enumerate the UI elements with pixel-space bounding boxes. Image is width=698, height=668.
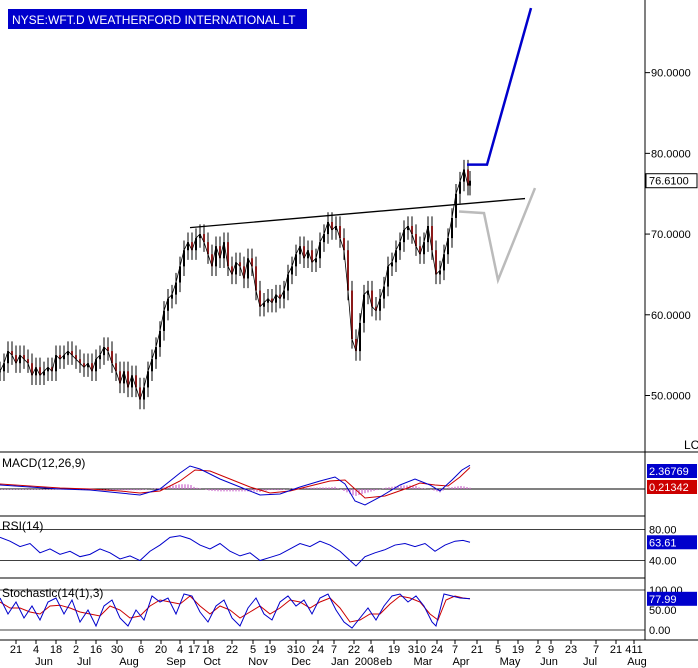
x-axis-month-label: Jun — [540, 656, 558, 668]
x-axis-day-label: 21 — [10, 644, 22, 656]
chart-title: NYSE:WFT.D WEATHERFORD INTERNATIONAL LT — [12, 13, 296, 27]
x-axis-day-label: 9 — [548, 644, 554, 656]
x-axis-day-label: 7 — [331, 644, 337, 656]
x-axis-day-label: 23 — [565, 644, 577, 656]
x-axis-day-label: 6 — [138, 644, 144, 656]
price-candle — [0, 371, 1, 373]
x-axis-day-label: 4 — [33, 644, 39, 656]
stoch-axis-label: 0.00 — [649, 625, 670, 637]
x-axis-month-label: Nov — [248, 656, 268, 668]
x-axis-day-label: 17 — [188, 644, 200, 656]
x-axis-month-label: Apr — [452, 656, 469, 668]
x-axis-day-label: 20 — [155, 644, 167, 656]
x-axis-day-label: 24 — [312, 644, 324, 656]
x-axis-day-label: 310 — [287, 644, 305, 656]
x-axis-day-label: 5 — [250, 644, 256, 656]
x-axis-day-label: 5 — [495, 644, 501, 656]
x-axis-day-label: 18 — [202, 644, 214, 656]
chart-background — [0, 0, 698, 668]
price-axis-label: 90.0000 — [651, 68, 691, 80]
x-axis-day-label: 310 — [408, 644, 426, 656]
stoch-value-label: 77.99 — [649, 594, 677, 606]
stochastic-title: Stochastic(14(1),3) — [2, 586, 103, 600]
x-axis-day-label: 21 — [471, 644, 483, 656]
x-axis-day-label: 2 — [73, 644, 79, 656]
x-axis-day-label: 18 — [50, 644, 62, 656]
x-axis-day-label: 22 — [348, 644, 360, 656]
x-axis-month-label: Sep — [166, 656, 186, 668]
x-axis-month-label: Jun — [35, 656, 53, 668]
rsi-axis-label: 40.00 — [649, 556, 677, 568]
chart-stage: NYSE:WFT.D WEATHERFORD INTERNATIONAL LT … — [0, 0, 698, 668]
rsi-title: RSI(14) — [2, 519, 43, 533]
last-price-label: 76.6100 — [649, 176, 689, 188]
x-axis-month-label: Jan — [331, 656, 349, 668]
price-axis-label: 80.0000 — [651, 148, 691, 160]
x-axis-day-label: 2 — [535, 644, 541, 656]
x-axis-day-label: 411 — [625, 644, 643, 656]
x-axis-day-label: 19 — [264, 644, 276, 656]
x-axis-month-label: 2008 — [355, 656, 379, 668]
macd-value-label: 2.36769 — [649, 466, 689, 478]
stock-chart: NYSE:WFT.D WEATHERFORD INTERNATIONAL LT … — [0, 0, 698, 668]
price-axis-label: 60.0000 — [651, 310, 691, 322]
x-axis-day-label: 7 — [452, 644, 458, 656]
x-axis-month-label: Oct — [203, 656, 220, 668]
x-axis-month-label: Mar — [414, 656, 433, 668]
macd-signal-value-label: 0.21342 — [649, 482, 689, 494]
x-axis-day-label: 24 — [431, 644, 443, 656]
x-axis-month-label: Jul — [583, 656, 597, 668]
x-axis-month-label: May — [500, 656, 521, 668]
x-axis-month-label: eb — [380, 656, 392, 668]
x-axis-month-label: Aug — [119, 656, 139, 668]
x-axis-day-label: 30 — [111, 644, 123, 656]
x-axis-day-label: 19 — [388, 644, 400, 656]
x-axis-day-label: 4 — [177, 644, 183, 656]
stoch-axis-label: 50.00 — [649, 605, 677, 617]
x-axis-day-label: 22 — [226, 644, 238, 656]
price-axis-label: 70.0000 — [651, 229, 691, 241]
x-axis-day-label: 21 — [610, 644, 622, 656]
x-axis-month-label: Jul — [77, 656, 91, 668]
rsi-axis-label: 80.00 — [649, 525, 677, 537]
x-axis-day-label: 4 — [368, 644, 374, 656]
x-axis-day-label: 19 — [512, 644, 524, 656]
macd-title: MACD(12,26,9) — [2, 456, 85, 470]
rsi-value-label: 63.61 — [649, 537, 677, 549]
price-axis-label: 50.0000 — [651, 391, 691, 403]
x-axis-month-label: Dec — [291, 656, 311, 668]
x-axis-day-label: 16 — [90, 644, 102, 656]
x-axis-month-label: Aug — [627, 656, 647, 668]
price-axis-corner-label: LC — [684, 438, 698, 452]
x-axis-day-label: 7 — [593, 644, 599, 656]
